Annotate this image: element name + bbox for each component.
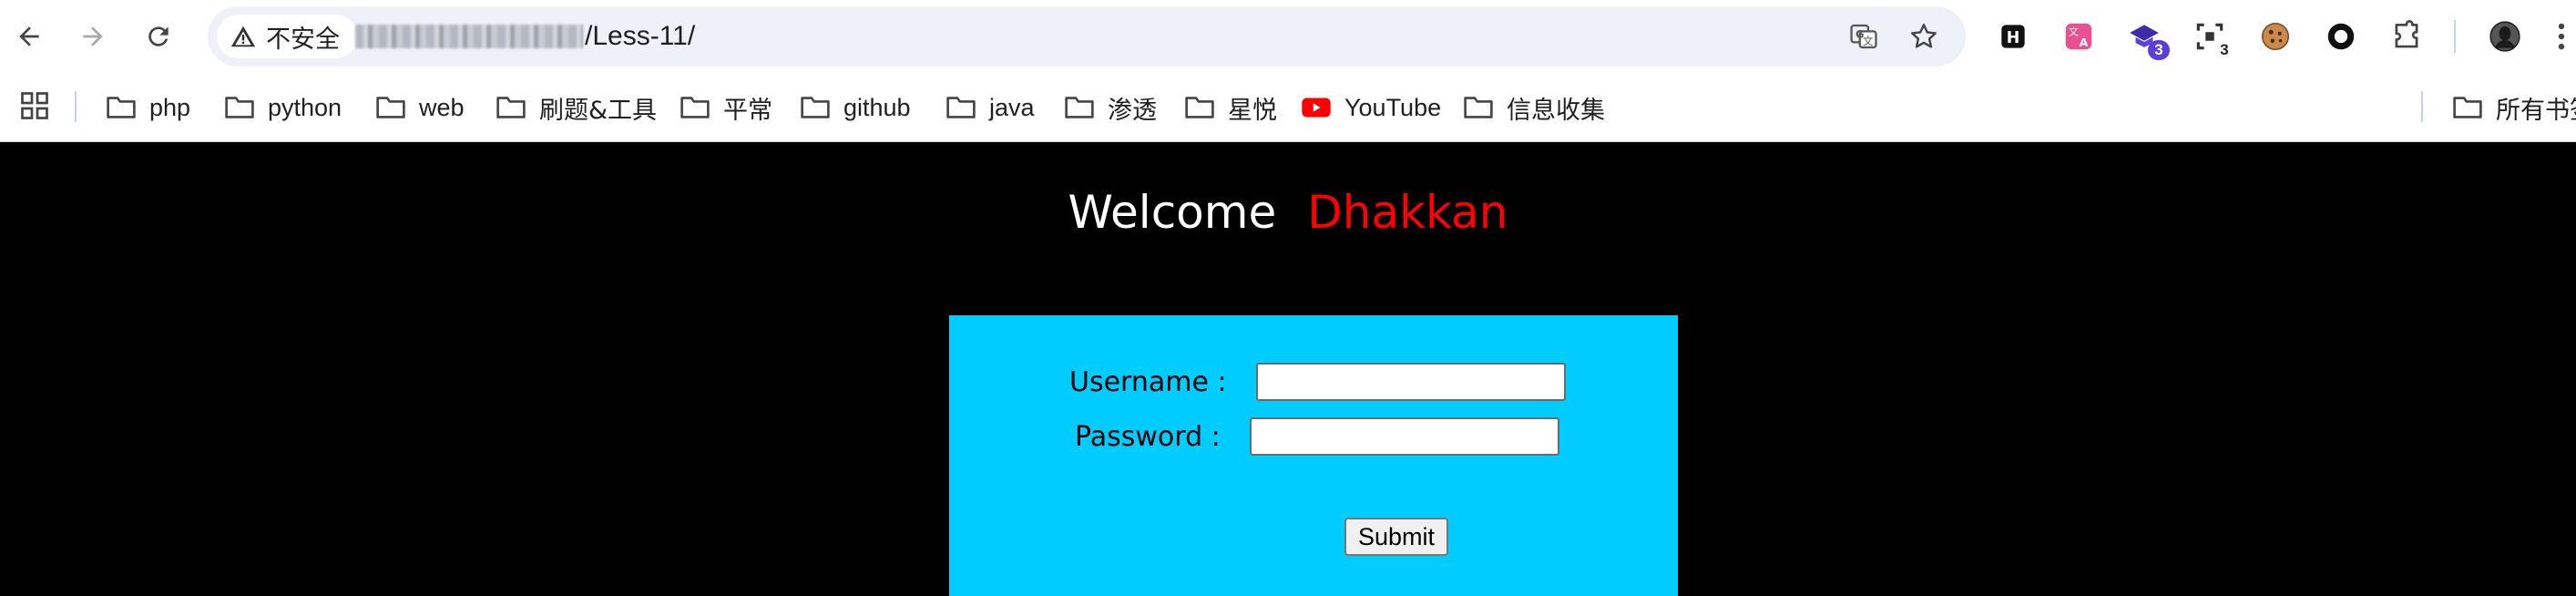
forward-button[interactable] [71,15,115,58]
bookmark-label: YouTube [1344,93,1442,121]
username-input[interactable] [1255,363,1566,401]
apps-grid-icon[interactable] [18,89,51,122]
hat-extension-badge: 3 [2148,40,2170,60]
folder-icon [946,97,976,118]
password-label: Password : [1075,420,1221,453]
folder-icon [107,97,136,118]
url-host-blurred [355,25,583,48]
login-form: Username : Password : Submit [949,315,1678,596]
folder-icon [1185,97,1214,118]
bookmark-label: 平常 [723,96,772,125]
submit-button[interactable]: Submit [1344,518,1448,556]
translator-extension-icon[interactable]: 文A [2059,16,2099,57]
folder-icon [376,97,405,118]
svg-text:文: 文 [1863,35,1873,47]
reload-icon [148,26,169,46]
bookmark-label: github [843,93,911,121]
star-icon [1911,24,1937,48]
reload-button[interactable] [137,15,180,58]
folder-icon [801,97,830,118]
bookmark-folder-python[interactable]: python [224,73,342,142]
bookmark-star-button[interactable] [1904,16,1944,57]
bookmark-label: php [149,93,191,121]
puzzle-extensions-icon[interactable] [2387,16,2427,57]
url-text[interactable]: /Less-11/ [355,6,695,67]
bookmark-folder-java[interactable]: java [946,73,1035,142]
screenshot-extension-icon[interactable]: 3 [2190,16,2235,60]
h-extension-icon[interactable]: H [1993,16,2033,57]
bookmark-label: 渗透 [1108,96,1157,125]
bookmark-folder-pentest[interactable]: 渗透 [1064,73,1157,142]
toolbar-separator [2454,20,2456,53]
bookmark-label: 星悦 [1228,96,1277,125]
page-content: Welcome Dhakkan Username : Password : Sub… [0,143,2576,596]
bookmark-label: python [268,93,342,121]
folder-icon [680,97,710,118]
bookmark-folder-web[interactable]: web [375,73,465,142]
browser-toolbar: 不安全 /Less-11/ G文 H 文A 3 3 [0,0,2576,73]
bookmark-folder-xingyue[interactable]: 星悦 [1184,73,1277,142]
url-path: /Less-11/ [585,21,696,51]
username-row: Username : [1069,363,1566,401]
screenshot-extension-badge: 3 [2213,40,2235,60]
folder-icon [225,97,254,118]
browser-menu-button[interactable] [2541,16,2576,57]
security-indicator[interactable]: 不安全 [217,15,358,58]
folder-icon [1464,97,1493,118]
welcome-text: Welcome [1068,186,1277,239]
bookmark-label: web [419,93,465,121]
translate-icon: G文 [1850,24,1877,49]
bookmark-folder-github[interactable]: github [800,73,911,142]
avatar[interactable] [2485,16,2525,57]
more-vert-icon [2558,23,2565,50]
bookmark-folder-daily[interactable]: 平常 [680,73,772,142]
youtube-icon [1302,98,1331,118]
back-button[interactable] [7,15,51,58]
folder-icon [2453,97,2482,118]
address-bar[interactable]: 不安全 /Less-11/ G文 [208,6,1966,67]
bookmark-folder-info-gathering[interactable]: 信息收集 [1463,73,1605,142]
ring-extension-icon[interactable] [2321,16,2361,57]
cookie-extension-icon[interactable] [2255,16,2295,57]
password-input[interactable] [1249,417,1559,456]
bookmark-label: 信息收集 [1507,96,1605,125]
password-row: Password : [1075,417,1559,456]
arrow-left-icon [19,26,39,46]
svg-text:文: 文 [2069,25,2079,37]
folder-icon [496,97,526,118]
welcome-heading: Welcome Dhakkan [0,185,2576,240]
folder-icon [1065,97,1094,118]
security-label: 不安全 [266,25,340,54]
bookmark-label: 所有书签 [2496,96,2576,125]
bookmarks-bar: php python web 刷题&工具 平常 github java 渗透 星… [0,73,2576,142]
all-bookmarks-folder[interactable]: 所有书签 [2452,73,2576,142]
svg-text:A: A [2080,36,2089,49]
username-label: Username : [1069,365,1227,398]
warning-icon [230,26,256,47]
bookmark-folder-php[interactable]: php [106,73,190,142]
bookmark-separator [2421,91,2423,122]
bookmark-label: java [989,93,1035,121]
hat-extension-icon[interactable]: 3 [2124,16,2170,60]
bookmark-separator [75,91,77,122]
arrow-right-icon [83,26,103,46]
welcome-name: Dhakkan [1307,186,1508,239]
translate-button[interactable]: G文 [1844,16,1884,57]
bookmark-label: 刷题&工具 [539,96,658,125]
svg-text:H: H [2007,29,2020,47]
bookmark-youtube[interactable]: YouTube [1301,73,1441,142]
bookmark-folder-tools[interactable]: 刷题&工具 [496,73,657,142]
